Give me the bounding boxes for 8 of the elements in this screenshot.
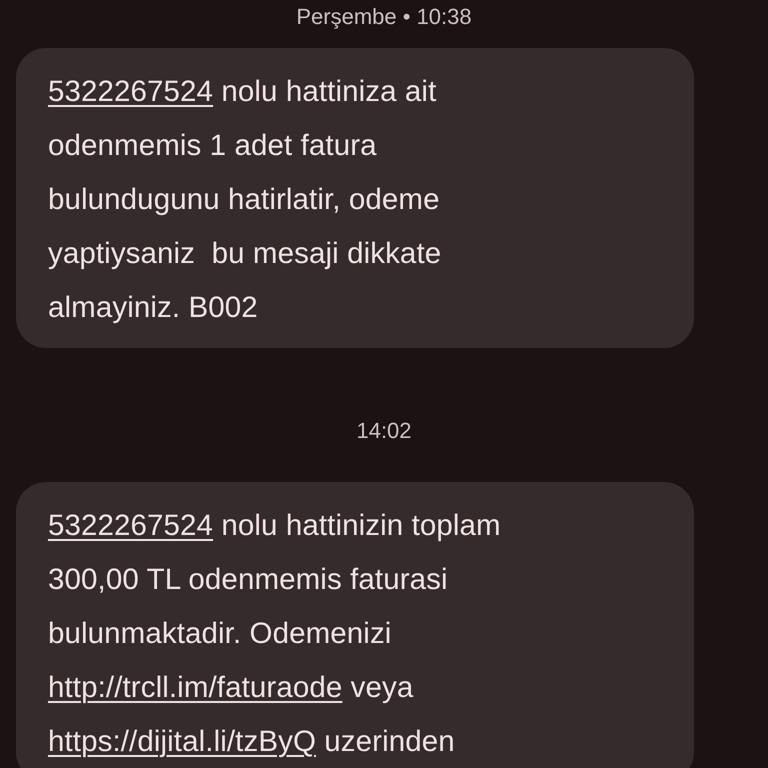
- message-link[interactable]: 5322267524: [48, 509, 214, 542]
- timestamp: Perşembe • 10:38: [296, 4, 472, 29]
- message-text: 5322267524 nolu hattiniza ait odenmemis 1 adet fatura bulundugunu hatirlatir, odeme yaptiysaniz bu mesaji dikkate almayiniz. B002: [48, 74, 442, 326]
- message-link[interactable]: https://dijital.li/tzByQ: [48, 725, 316, 758]
- message-link[interactable]: 5322267524: [48, 75, 214, 108]
- message-link[interactable]: http://trcll.im/faturaode: [48, 671, 342, 704]
- timestamp: 14:02: [356, 418, 412, 443]
- message-text: 5322267524 nolu hattinizin toplam 300,00 TL odenmemis faturasi bulunmaktadir. Odemenizi http://trcll.im/faturaode veya https://dijital.li/tzByQ uzerinden: [48, 508, 502, 760]
